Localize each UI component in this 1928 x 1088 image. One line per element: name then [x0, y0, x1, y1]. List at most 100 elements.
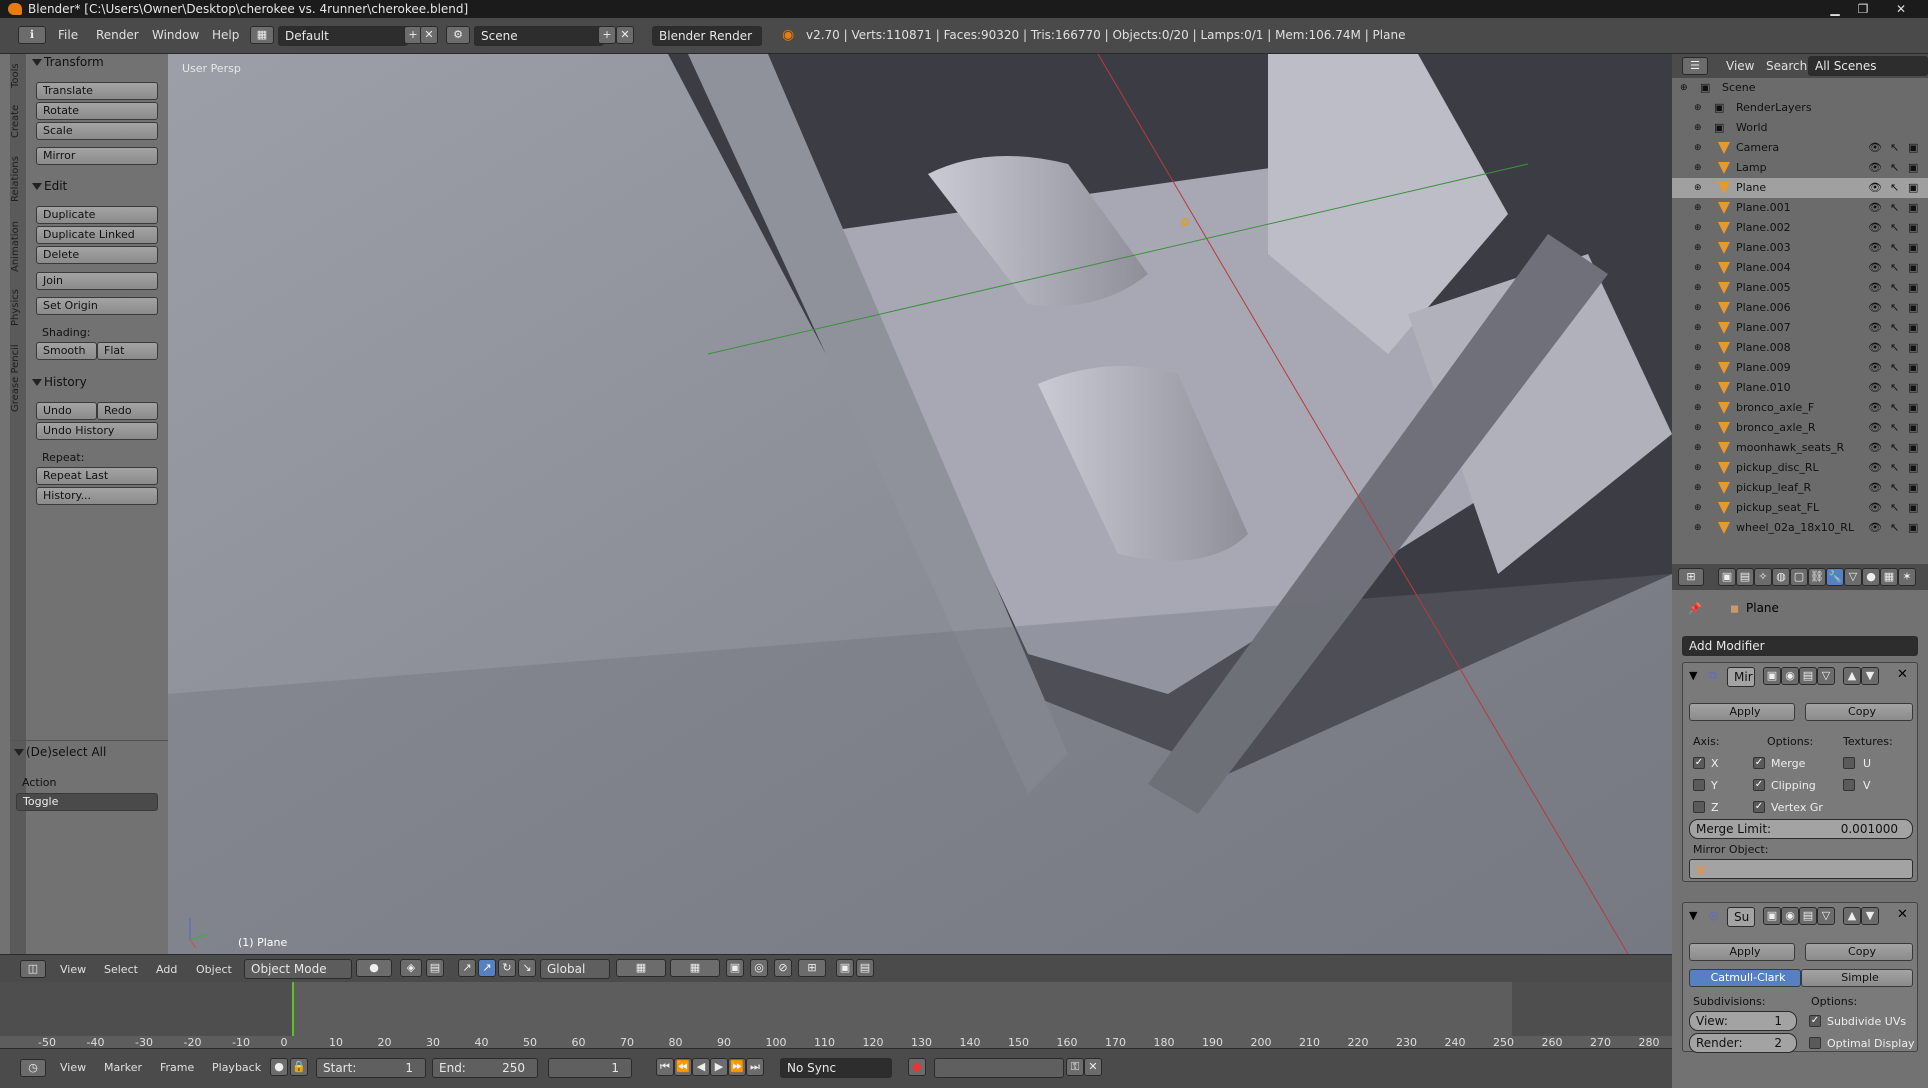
scene-field[interactable]: Scene [474, 26, 604, 46]
visibility-eye-icon[interactable]: 👁 [1868, 258, 1882, 278]
renderable-camera-icon[interactable]: ▣ [1908, 238, 1918, 258]
render-toggle-icon[interactable]: ▤ [1799, 667, 1817, 685]
panel-history-header[interactable]: History [30, 372, 162, 392]
viewport-toggle-icon[interactable]: ◉ [1781, 667, 1799, 685]
translate-manipulator-icon[interactable]: ↗ [478, 959, 496, 977]
sync-select[interactable]: No Sync [780, 1058, 892, 1078]
editmode-toggle-icon[interactable]: ▣ [1763, 667, 1781, 685]
remove-scene-icon[interactable]: ✕ [616, 26, 634, 44]
visibility-eye-icon[interactable]: 👁 [1868, 518, 1882, 538]
operator-panel-header[interactable]: (De)select All [12, 742, 144, 762]
selectable-arrow-icon[interactable]: ↖ [1890, 518, 1899, 538]
pivot-icon[interactable]: ◈ [400, 959, 422, 977]
tab-animation[interactable]: Animation [10, 214, 26, 280]
outliner-row[interactable]: ⊕ Lamp 👁 ↖ ▣ [1672, 158, 1928, 178]
visibility-eye-icon[interactable]: 👁 [1868, 178, 1882, 198]
editor-type-icon[interactable]: ⊞ [1678, 568, 1704, 586]
selectable-arrow-icon[interactable]: ↖ [1890, 198, 1899, 218]
selectable-arrow-icon[interactable]: ↖ [1890, 398, 1899, 418]
delete-button[interactable]: Delete [36, 246, 158, 264]
menu-select[interactable]: Select [104, 963, 138, 976]
menu-view[interactable]: View [1726, 59, 1754, 73]
menu-render[interactable]: Render [96, 28, 139, 42]
outliner-row[interactable]: ⊕ Plane.007 👁 ↖ ▣ [1672, 318, 1928, 338]
selectable-arrow-icon[interactable]: ↖ [1890, 418, 1899, 438]
limit-selection-icon[interactable]: ▤ [426, 959, 444, 977]
menu-view[interactable]: View [60, 1061, 86, 1074]
menu-marker[interactable]: Marker [104, 1061, 142, 1074]
visibility-eye-icon[interactable]: 👁 [1868, 418, 1882, 438]
collapse-icon[interactable]: ▼ [1689, 669, 1697, 682]
axis-z-checkbox[interactable] [1693, 801, 1705, 813]
visibility-eye-icon[interactable]: 👁 [1868, 398, 1882, 418]
snap-element-icon[interactable]: ⊞ [798, 959, 826, 977]
world-context-icon[interactable]: ◍ [1772, 568, 1790, 586]
expand-icon[interactable]: ⊕ [1694, 278, 1702, 298]
renderable-camera-icon[interactable]: ▣ [1908, 478, 1918, 498]
object-context-icon[interactable]: ▢ [1790, 568, 1808, 586]
selectable-arrow-icon[interactable]: ↖ [1890, 318, 1899, 338]
remove-layout-icon[interactable]: ✕ [420, 26, 438, 44]
menu-playback[interactable]: Playback [212, 1061, 261, 1074]
expand-icon[interactable]: ⊕ [1694, 358, 1702, 378]
move-up-icon[interactable]: ▲ [1843, 907, 1861, 925]
layers-context-icon[interactable]: ▤ [1736, 568, 1754, 586]
renderable-camera-icon[interactable]: ▣ [1908, 258, 1918, 278]
expand-icon[interactable]: ⊕ [1694, 378, 1702, 398]
visibility-eye-icon[interactable]: 👁 [1868, 358, 1882, 378]
current-frame-field[interactable]: 1 [548, 1058, 632, 1078]
renderable-camera-icon[interactable]: ▣ [1908, 498, 1918, 518]
editor-type-icon[interactable]: ◷ [20, 1059, 46, 1077]
play-icon[interactable]: ▶ [710, 1058, 728, 1076]
mirror-object-field[interactable]: ◼ [1689, 859, 1913, 879]
renderable-camera-icon[interactable]: ▣ [1908, 398, 1918, 418]
selectable-arrow-icon[interactable]: ↖ [1890, 458, 1899, 478]
visibility-eye-icon[interactable]: 👁 [1868, 198, 1882, 218]
expand-icon[interactable]: ⊕ [1694, 298, 1702, 318]
modifier-name-field[interactable]: Mir [1727, 667, 1755, 687]
visibility-eye-icon[interactable]: 👁 [1868, 498, 1882, 518]
outliner-row[interactable]: ⊕ bronco_axle_F 👁 ↖ ▣ [1672, 398, 1928, 418]
proportional-edit-icon[interactable]: ◎ [750, 959, 768, 977]
visibility-eye-icon[interactable]: 👁 [1868, 278, 1882, 298]
panel-edit-header[interactable]: Edit [30, 176, 162, 196]
optimal-display-checkbox[interactable] [1809, 1037, 1821, 1049]
apply-button[interactable]: Apply [1689, 943, 1795, 961]
expand-icon[interactable]: ⊕ [1694, 418, 1702, 438]
modifiers-context-icon[interactable]: 🔧 [1826, 568, 1844, 586]
remove-modifier-icon[interactable]: ✕ [1897, 907, 1908, 922]
selectable-arrow-icon[interactable]: ↖ [1890, 278, 1899, 298]
view-levels-field[interactable]: View: 1 [1689, 1011, 1797, 1031]
preview-range-icon[interactable]: ● [270, 1058, 288, 1076]
merge-limit-field[interactable]: Merge Limit: 0.001000 [1689, 819, 1913, 839]
selectable-arrow-icon[interactable]: ↖ [1890, 158, 1899, 178]
selectable-arrow-icon[interactable]: ↖ [1890, 358, 1899, 378]
snap-icon[interactable]: ⊘ [774, 959, 792, 977]
simple-button[interactable]: Simple [1801, 969, 1913, 987]
visibility-eye-icon[interactable]: 👁 [1868, 318, 1882, 338]
outliner-row[interactable]: ⊕ Plane.005 👁 ↖ ▣ [1672, 278, 1928, 298]
jump-start-icon[interactable]: ⏮ [656, 1058, 674, 1076]
render-engine-select[interactable]: Blender Render [652, 26, 762, 46]
pin-icon[interactable]: 📌 [1688, 602, 1702, 615]
menu-file[interactable]: File [58, 28, 78, 42]
render-icon[interactable]: ▣ [836, 959, 854, 977]
expand-icon[interactable]: ⊕ [1694, 138, 1702, 158]
renderable-camera-icon[interactable]: ▣ [1908, 438, 1918, 458]
close-button[interactable]: ✕ [1890, 0, 1912, 18]
move-up-icon[interactable]: ▲ [1843, 667, 1861, 685]
editor-type-icon[interactable]: ☰ [1682, 57, 1708, 75]
renderable-camera-icon[interactable]: ▣ [1908, 178, 1918, 198]
collapse-icon[interactable]: ▼ [1689, 909, 1697, 922]
menu-window[interactable]: Window [152, 28, 199, 42]
visibility-eye-icon[interactable]: 👁 [1868, 238, 1882, 258]
visibility-eye-icon[interactable]: 👁 [1868, 478, 1882, 498]
selectable-arrow-icon[interactable]: ↖ [1890, 238, 1899, 258]
3d-viewport[interactable]: User Persp (1) Plane [168, 54, 1672, 954]
next-keyframe-icon[interactable]: ⏩ [728, 1058, 746, 1076]
outliner-row[interactable]: ⊕ Plane.006 👁 ↖ ▣ [1672, 298, 1928, 318]
maximize-button[interactable]: ❐ [1852, 0, 1874, 18]
expand-icon[interactable]: ⊕ [1694, 258, 1702, 278]
particles-context-icon[interactable]: ✶ [1898, 568, 1916, 586]
menu-frame[interactable]: Frame [160, 1061, 194, 1074]
